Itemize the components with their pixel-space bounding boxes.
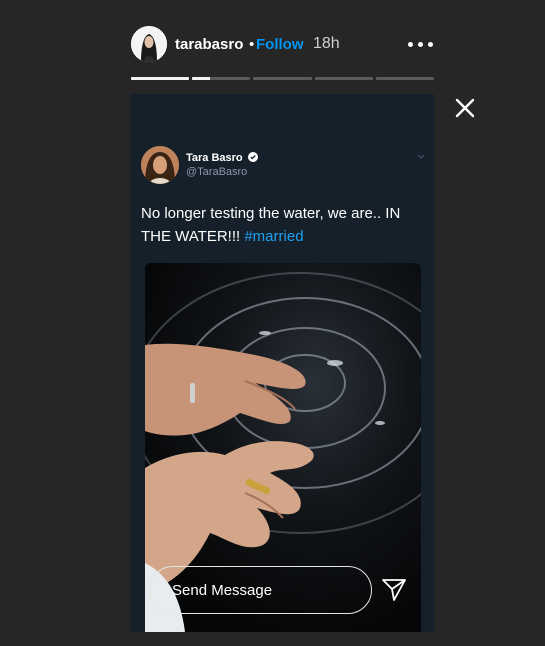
- close-icon[interactable]: [453, 96, 477, 120]
- post-time: 18h: [313, 35, 340, 52]
- story-header: tarabasro • Follow 18h: [131, 26, 434, 62]
- story-frame[interactable]: Tara Basro @TaraBasro No longer testing …: [131, 94, 434, 632]
- tweet-avatar-photo-icon: [141, 146, 179, 184]
- progress-segment-3: [253, 77, 312, 80]
- more-options-icon[interactable]: [408, 34, 434, 54]
- progress-segment-5: [375, 77, 435, 80]
- story-progress-bar: [131, 77, 435, 80]
- tweet-text: No longer testing the water, we are.. IN…: [141, 202, 429, 248]
- follow-button[interactable]: Follow: [256, 36, 304, 53]
- separator-dot: •: [249, 36, 255, 53]
- progress-fill: [192, 77, 210, 80]
- send-paper-plane-icon[interactable]: [380, 575, 408, 603]
- tweet-author-handle: @TaraBasro: [186, 166, 248, 178]
- send-message-placeholder: Send Message: [172, 582, 273, 599]
- verified-badge-icon: [248, 152, 258, 162]
- progress-segment-4: [314, 77, 373, 80]
- username[interactable]: tarabasro: [175, 36, 243, 53]
- profile-avatar[interactable]: [131, 26, 167, 62]
- tweet-hashtag: #married: [244, 228, 304, 245]
- tweet-author-avatar: [141, 146, 179, 184]
- send-message-input[interactable]: Send Message: [149, 566, 372, 614]
- avatar-photo-icon: [131, 26, 167, 62]
- chevron-down-icon: [417, 154, 425, 159]
- progress-segment-1: [131, 77, 190, 80]
- tweet-author-name: Tara Basro: [186, 152, 243, 164]
- progress-fill: [131, 77, 190, 80]
- progress-segment-2: [192, 77, 251, 80]
